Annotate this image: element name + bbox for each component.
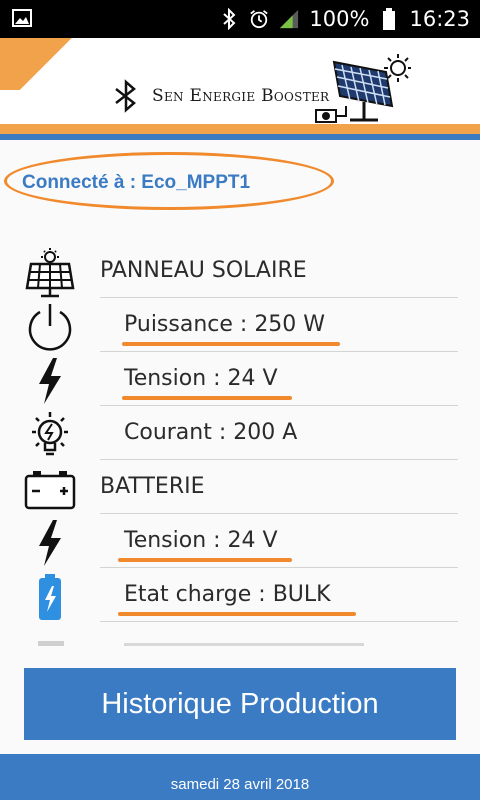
list-item: Tension : 24 V [0, 352, 480, 406]
clock: 16:23 [409, 7, 470, 31]
list-item: BATTERIE [0, 460, 480, 514]
signal-icon [279, 8, 299, 30]
bluetooth-icon [219, 8, 239, 30]
app-title: Sen Energie Booster [152, 86, 330, 106]
list-item: PANNEAU SOLAIRE [0, 244, 480, 298]
lightning-icon [22, 356, 78, 406]
list-item: Puissance : 250 W [0, 298, 480, 352]
row-label: Etat charge : BULK [124, 582, 331, 607]
footer-date: samedi 28 avril 2018 [170, 775, 310, 793]
history-production-button[interactable]: Historique Production [24, 668, 456, 740]
row-label: Tension : 24 V [124, 366, 278, 391]
header-orange-strip [0, 124, 480, 134]
battery-percent: 100% [309, 7, 370, 31]
bluetooth-icon [108, 78, 144, 118]
solar-panel-icon [312, 48, 412, 128]
highlight-underline [118, 612, 356, 616]
footer: samedi 28 avril 2018 [0, 754, 480, 800]
main-content: Connecté à : Eco_MPPT1 PANNEAU SOLAIRE P… [0, 140, 480, 660]
solar-panel-icon [22, 248, 78, 298]
row-label: BATTERIE [100, 474, 205, 499]
status-bar: 100% 16:23 [0, 0, 480, 38]
battery-icon [379, 8, 399, 30]
power-icon [22, 302, 78, 352]
list-item: Etat charge : BULK [0, 568, 480, 622]
list-item: Tension : 24 V [0, 514, 480, 568]
highlight-underline [118, 558, 292, 562]
image-icon [12, 9, 32, 31]
highlight-underline [122, 396, 292, 400]
battery-icon [22, 464, 78, 514]
row-label: Puissance : 250 W [124, 312, 326, 337]
lightning-icon [22, 518, 78, 568]
list-item-partial [0, 634, 480, 646]
alarm-icon [249, 8, 269, 30]
connection-label: Connecté à : Eco_MPPT1 [22, 172, 251, 193]
app-header: Sen Energie Booster [0, 38, 480, 140]
battery-charge-icon [22, 572, 78, 622]
row-label: Tension : 24 V [124, 528, 278, 553]
lightbulb-icon [22, 410, 78, 460]
row-label: Courant : 200 A [124, 420, 298, 445]
highlight-underline [122, 342, 340, 346]
row-label: PANNEAU SOLAIRE [100, 258, 307, 283]
list-item: Courant : 200 A [0, 406, 480, 460]
header-orange-corner [0, 38, 78, 90]
